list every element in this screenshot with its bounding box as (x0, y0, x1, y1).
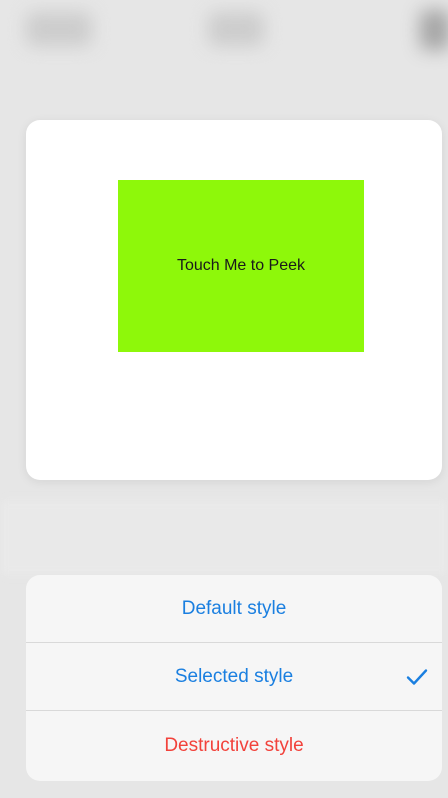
selected-style-action[interactable]: Selected style (26, 643, 442, 711)
blurred-toolbar-item (420, 10, 448, 50)
peek-action-sheet: Default style Selected style Destructive… (26, 575, 442, 781)
peek-preview-card[interactable]: Touch Me to Peek (26, 120, 442, 480)
destructive-style-action[interactable]: Destructive style (26, 711, 442, 781)
blurred-background-band (0, 500, 448, 575)
peek-target-view[interactable]: Touch Me to Peek (118, 180, 364, 352)
peek-target-label: Touch Me to Peek (176, 257, 306, 274)
destructive-style-label: Destructive style (164, 735, 304, 756)
selected-style-label: Selected style (174, 665, 294, 687)
blurred-background-toolbar (0, 0, 448, 70)
blurred-toolbar-item (208, 12, 264, 46)
default-style-label: Default style (181, 597, 287, 619)
default-style-action[interactable]: Default style (26, 575, 442, 643)
blurred-toolbar-item (26, 12, 92, 46)
checkmark-icon (406, 668, 428, 685)
